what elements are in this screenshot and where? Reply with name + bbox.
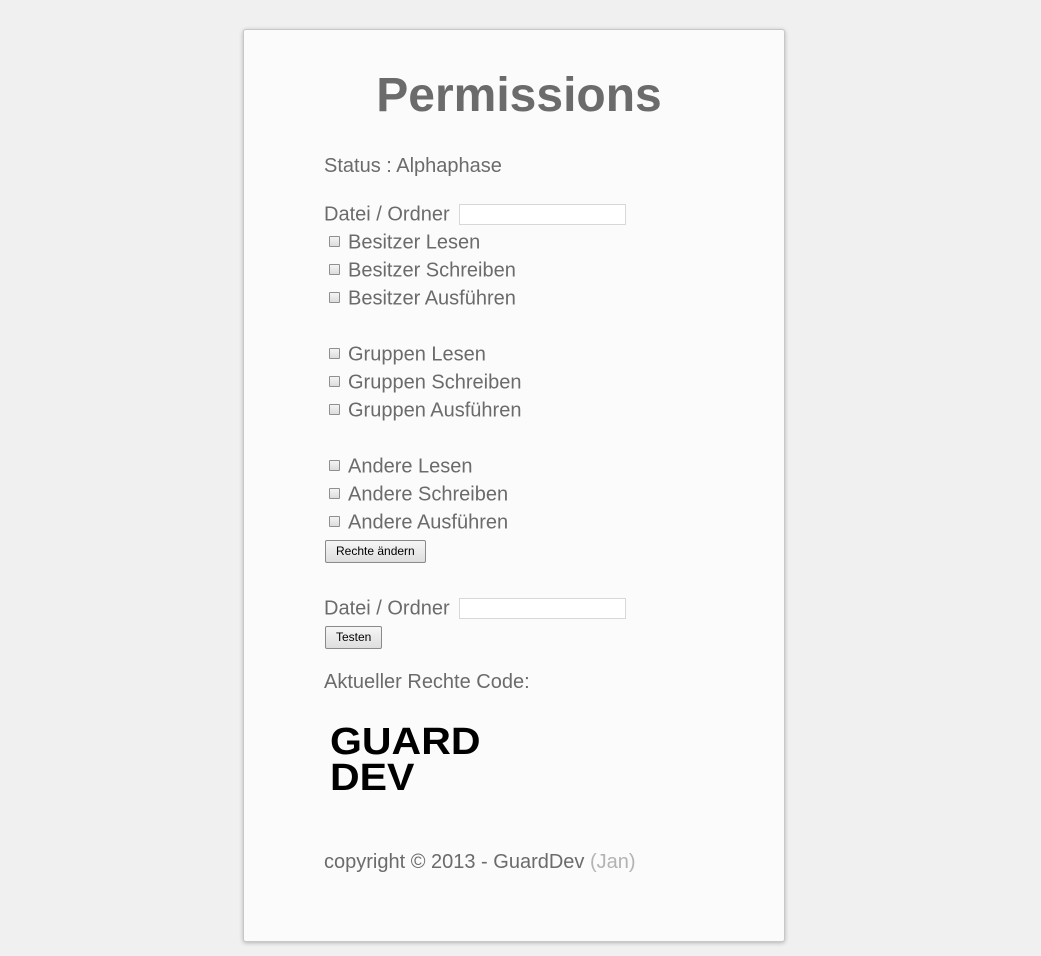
checkbox-owner-read-label: Besitzer Lesen bbox=[348, 231, 481, 254]
checkbox-other-read-label: Andere Lesen bbox=[348, 455, 473, 478]
checkbox-other-write-row[interactable]: Andere Schreiben bbox=[324, 480, 724, 508]
checkbox-group-execute[interactable] bbox=[329, 404, 340, 416]
test-form: Datei / Ordner Testen bbox=[324, 594, 724, 649]
checkbox-owner-read[interactable] bbox=[329, 236, 340, 248]
test-path-label: Datei / Ordner bbox=[324, 597, 450, 620]
test-path-input[interactable] bbox=[459, 598, 627, 620]
checkbox-other-execute[interactable] bbox=[329, 516, 340, 528]
current-rights-code-label: Aktueller Rechte Code: bbox=[324, 671, 530, 693]
content-area: Status : Alphaphase Datei / Ordner Besit… bbox=[324, 152, 724, 876]
checkbox-group-read-row[interactable]: Gruppen Lesen bbox=[324, 340, 724, 368]
path-row: Datei / Ordner bbox=[324, 200, 724, 228]
change-rights-button[interactable]: Rechte ändern bbox=[325, 540, 426, 563]
path-input[interactable] bbox=[459, 204, 627, 226]
checkbox-owner-write-label: Besitzer Schreiben bbox=[348, 259, 516, 282]
status-text: Status : Alphaphase bbox=[324, 155, 502, 177]
checkbox-other-read-row[interactable]: Andere Lesen bbox=[324, 452, 724, 480]
checkbox-group-read[interactable] bbox=[329, 348, 340, 360]
checkbox-owner-execute-row[interactable]: Besitzer Ausführen bbox=[324, 284, 724, 312]
page-title: Permissions bbox=[376, 69, 662, 122]
permissions-form: Datei / Ordner Besitzer Lesen Besitzer S… bbox=[324, 200, 724, 563]
checkbox-owner-execute[interactable] bbox=[329, 292, 340, 304]
main-card: Permissions Status : Alphaphase Datei / … bbox=[243, 29, 785, 942]
checkbox-owner-write[interactable] bbox=[329, 264, 340, 276]
checkbox-group-write-row[interactable]: Gruppen Schreiben bbox=[324, 368, 724, 396]
checkbox-group-write-label: Gruppen Schreiben bbox=[348, 371, 522, 394]
checkbox-group-read-label: Gruppen Lesen bbox=[348, 343, 486, 366]
checkbox-other-write[interactable] bbox=[329, 488, 340, 500]
checkbox-other-execute-label: Andere Ausführen bbox=[348, 511, 509, 534]
checkbox-owner-write-row[interactable]: Besitzer Schreiben bbox=[324, 256, 724, 284]
test-button[interactable]: Testen bbox=[325, 626, 383, 649]
guarddev-logo: GUARD DEV bbox=[330, 723, 500, 804]
checkbox-other-execute-row[interactable]: Andere Ausführen bbox=[324, 508, 724, 536]
test-path-row: Datei / Ordner bbox=[324, 594, 724, 622]
checkbox-group-execute-row[interactable]: Gruppen Ausführen bbox=[324, 396, 724, 424]
checkbox-owner-read-row[interactable]: Besitzer Lesen bbox=[324, 228, 724, 256]
copyright-footer: copyright © 2013 - GuardDev (Jan) bbox=[324, 848, 724, 876]
copyright-text: copyright © 2013 - GuardDev bbox=[324, 851, 585, 873]
logo-line-1: GUARD bbox=[330, 721, 481, 763]
checkbox-owner-execute-label: Besitzer Ausführen bbox=[348, 287, 516, 310]
checkbox-other-write-label: Andere Schreiben bbox=[348, 483, 509, 506]
checkbox-other-read[interactable] bbox=[329, 460, 340, 472]
change-rights-button-wrap: Rechte ändern bbox=[324, 538, 724, 563]
copyright-author: (Jan) bbox=[589, 851, 636, 873]
checkbox-group-write[interactable] bbox=[329, 376, 340, 388]
path-label: Datei / Ordner bbox=[324, 203, 450, 226]
logo-line-2: DEV bbox=[330, 757, 415, 799]
test-button-wrap: Testen bbox=[324, 624, 724, 649]
checkbox-group-execute-label: Gruppen Ausführen bbox=[348, 399, 522, 422]
